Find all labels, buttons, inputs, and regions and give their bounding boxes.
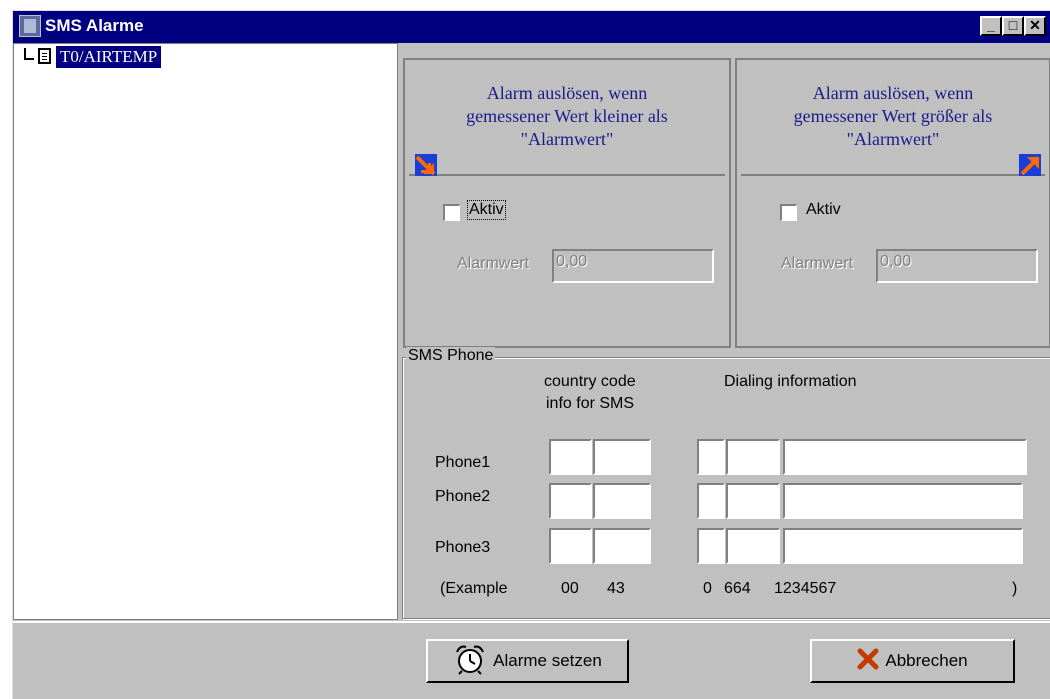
alarm-clock-icon	[453, 643, 487, 680]
alarm-low-panel: Alarm auslösen, wenn gemessener Wert kle…	[403, 58, 731, 348]
phone2-cc2-input[interactable]	[593, 483, 651, 519]
alarm-low-active-label[interactable]: Aktiv	[467, 200, 506, 220]
phone1-dial3-input[interactable]	[783, 439, 1027, 475]
tree-item-t0-airtemp[interactable]: T0/AIRTEMP	[56, 46, 162, 68]
cancel-label: Abbrechen	[885, 651, 968, 670]
example-cc1: 00	[561, 580, 579, 597]
close-button[interactable]: ✕	[1024, 16, 1046, 36]
alarm-high-heading-line1: Alarm auslösen, wenn	[812, 83, 974, 103]
phone2-cc1-input[interactable]	[549, 483, 592, 519]
alarm-low-heading-line1: Alarm auslösen, wenn	[486, 83, 648, 103]
alarm-high-heading: Alarm auslösen, wenn gemessener Wert grö…	[741, 64, 1045, 176]
window-title: SMS Alarme	[45, 16, 144, 35]
alarm-high-panel: Alarm auslösen, wenn gemessener Wert grö…	[735, 58, 1050, 348]
phone3-dial1-input[interactable]	[697, 528, 725, 564]
close-icon: ✕	[1029, 17, 1041, 33]
sms-phone-legend: SMS Phone	[406, 347, 496, 365]
example-cc2: 43	[607, 580, 625, 597]
phone3-cc2-input[interactable]	[593, 528, 651, 564]
tree-connector	[24, 48, 34, 60]
example-close-paren: )	[1012, 580, 1018, 597]
phone1-dial2-input[interactable]	[726, 439, 780, 475]
dialing-header: Dialing information	[724, 373, 857, 390]
phone1-dial1-input[interactable]	[697, 439, 725, 475]
example-d2: 664	[724, 580, 751, 597]
phone2-dial1-input[interactable]	[697, 483, 725, 519]
set-alarms-button[interactable]: Alarme setzen	[426, 639, 629, 683]
minimize-button[interactable]: _	[980, 16, 1002, 36]
cross-icon	[857, 648, 879, 675]
sms-alarme-window: SMS Alarme _ □ ✕ T0/AIRTEMP Alarm auslös…	[12, 10, 1050, 699]
phone2-label: Phone2	[435, 488, 491, 505]
country-code-header-line2: info for SMS	[546, 395, 635, 412]
alarm-high-value-field[interactable]: 0,00	[876, 249, 1038, 283]
alarm-low-heading-line2: gemessener Wert kleiner als	[466, 106, 668, 126]
alarm-low-heading: Alarm auslösen, wenn gemessener Wert kle…	[409, 64, 725, 176]
maximize-icon: □	[1008, 17, 1018, 33]
alarm-high-heading-line3: "Alarmwert"	[846, 129, 940, 149]
alarm-high-heading-line2: gemessener Wert größer als	[793, 106, 993, 126]
phone3-label: Phone3	[435, 539, 491, 556]
phone1-label: Phone1	[435, 454, 491, 471]
phone3-cc1-input[interactable]	[549, 528, 592, 564]
alarm-low-value-label: Alarmwert	[457, 255, 530, 272]
alarm-low-value-field[interactable]: 0,00	[552, 249, 714, 283]
minimize-icon: _	[987, 17, 995, 33]
alarm-low-heading-line3: "Alarmwert"	[520, 129, 614, 149]
alarm-high-active-checkbox[interactable]	[780, 204, 797, 221]
maximize-button[interactable]: □	[1002, 16, 1024, 36]
phone1-cc2-input[interactable]	[593, 439, 651, 475]
phone1-cc1-input[interactable]	[549, 439, 592, 475]
example-d1: 0	[703, 580, 712, 597]
example-d3: 1234567	[774, 580, 837, 597]
button-bar: Alarme setzen Abbrechen	[13, 621, 1050, 699]
phone2-dial3-input[interactable]	[783, 483, 1023, 519]
phone3-dial3-input[interactable]	[783, 528, 1023, 564]
sensor-tree[interactable]: T0/AIRTEMP	[13, 43, 398, 620]
arrow-up-right-icon	[1019, 154, 1041, 176]
alarm-high-value-label: Alarmwert	[781, 255, 854, 272]
alarm-high-active-label[interactable]: Aktiv	[806, 201, 841, 219]
country-code-header-line1: country code	[544, 373, 636, 390]
cancel-button[interactable]: Abbrechen	[810, 639, 1015, 683]
set-alarms-label: Alarme setzen	[493, 651, 602, 670]
document-icon	[38, 48, 51, 64]
arrow-down-right-icon	[415, 154, 437, 176]
phone2-dial2-input[interactable]	[726, 483, 780, 519]
example-label: (Example	[440, 580, 508, 597]
title-bar[interactable]: SMS Alarme _ □ ✕	[13, 11, 1050, 43]
alarm-low-active-checkbox[interactable]	[443, 204, 460, 221]
app-icon	[19, 15, 41, 37]
phone3-dial2-input[interactable]	[726, 528, 780, 564]
